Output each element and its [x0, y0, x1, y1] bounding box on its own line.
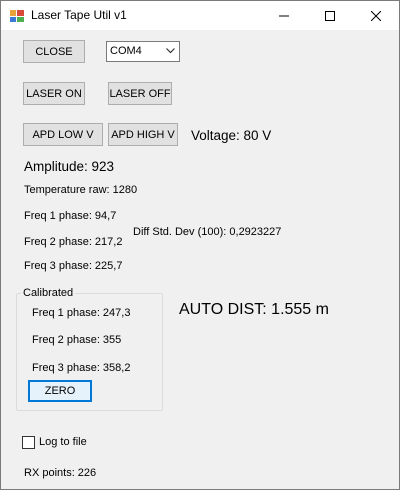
title-bar[interactable]: Laser Tape Util v1 — [1, 1, 399, 30]
close-window-button[interactable] — [353, 1, 399, 30]
cal-freq2-label: Freq 2 phase: 355 — [32, 334, 122, 346]
freq2-phase-label: Freq 2 phase: 217,2 — [24, 236, 123, 248]
rx-points-label: RX points: 226 — [24, 467, 97, 479]
log-to-file-checkbox[interactable] — [22, 436, 35, 449]
freq3-phase-label: Freq 3 phase: 225,7 — [24, 260, 123, 272]
maximize-button[interactable] — [307, 1, 353, 30]
calibrated-group-title: Calibrated — [21, 287, 76, 299]
port-select[interactable]: COM4 — [106, 41, 180, 62]
temperature-raw-label: Temperature raw: 1280 — [24, 184, 138, 196]
zero-button[interactable]: ZERO — [28, 380, 92, 402]
auto-dist-label: AUTO DIST: 1.555 m — [179, 301, 329, 318]
cal-freq3-label: Freq 3 phase: 358,2 — [32, 362, 131, 374]
app-icon — [10, 10, 24, 22]
laser-off-button[interactable]: LASER OFF — [108, 82, 172, 105]
port-select-value: COM4 — [110, 45, 142, 57]
voltage-label: Voltage: 80 V — [191, 128, 272, 143]
log-to-file-label[interactable]: Log to file — [39, 436, 87, 448]
diff-std-dev-label: Diff Std. Dev (100): 0,2923227 — [133, 226, 282, 238]
minimize-button[interactable] — [261, 1, 307, 30]
chevron-down-icon — [166, 48, 175, 54]
apd-high-button[interactable]: APD HIGH V — [108, 123, 178, 146]
amplitude-label: Amplitude: 923 — [24, 159, 115, 174]
maximize-icon — [325, 10, 335, 21]
close-button[interactable]: CLOSE — [23, 40, 85, 63]
cal-freq1-label: Freq 1 phase: 247,3 — [32, 307, 131, 319]
window-title: Laser Tape Util v1 — [31, 8, 127, 22]
apd-low-button[interactable]: APD LOW V — [23, 123, 103, 146]
laser-on-button[interactable]: LASER ON — [23, 82, 85, 105]
minimize-icon — [279, 15, 289, 16]
close-icon — [371, 10, 381, 21]
app-window: Laser Tape Util v1 CLOSE COM4 LASER ON L… — [0, 0, 400, 490]
freq1-phase-label: Freq 1 phase: 94,7 — [24, 210, 117, 222]
